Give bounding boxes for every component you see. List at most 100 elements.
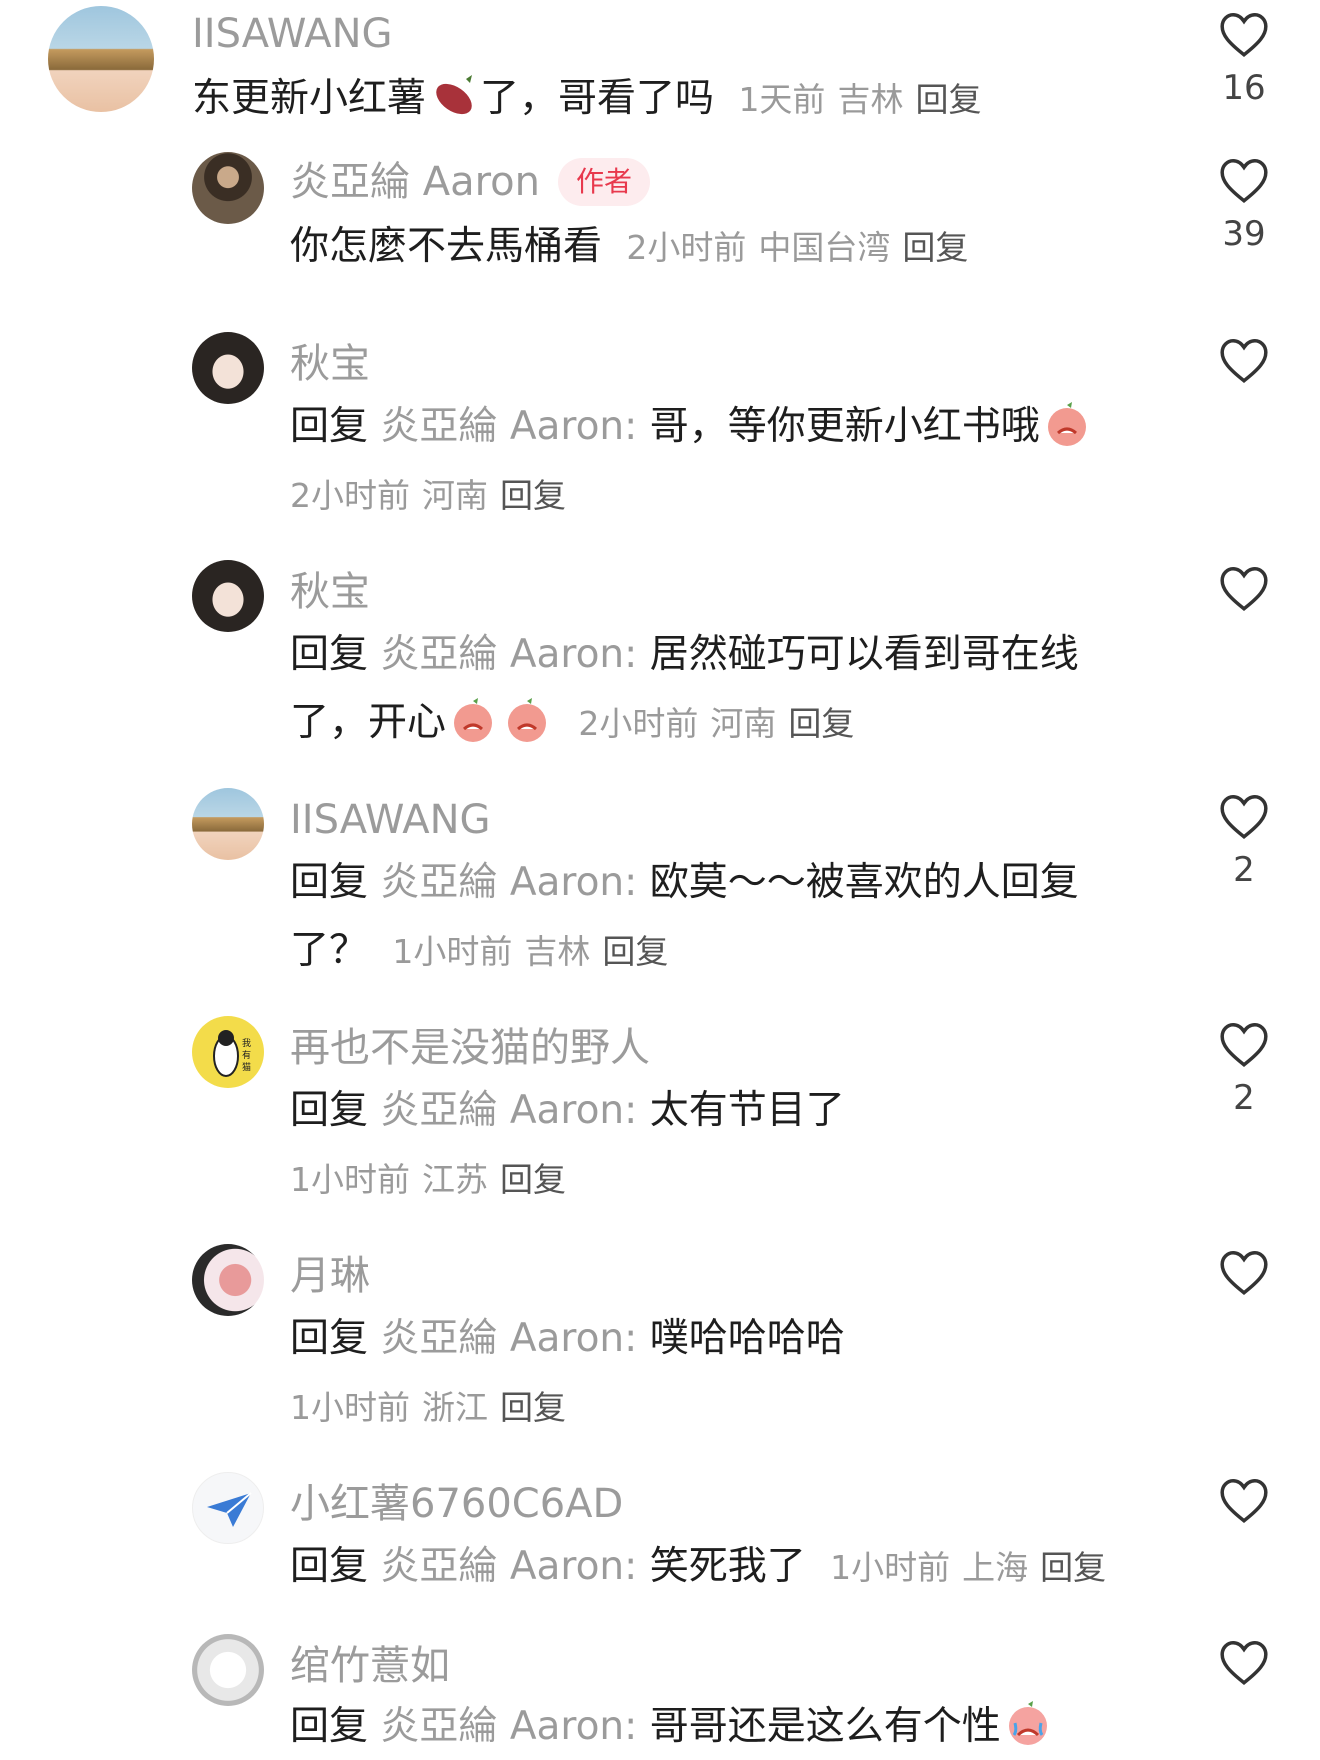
reply-target[interactable]: 炎亞綸 Aaron:: [380, 1704, 637, 1749]
comment-username[interactable]: 秋宝: [290, 340, 370, 388]
comment-username[interactable]: 秋宝: [290, 568, 370, 616]
comment-username[interactable]: 炎亞綸 Aaron 作者: [290, 158, 650, 206]
comment-item: 秋宝 回复 炎亞綸 Aaron: 居然碰巧可以看到哥在线 了，开心 2小时前 河南…: [0, 558, 1320, 758]
comment-time: 2小时前: [626, 228, 747, 267]
avatar[interactable]: [48, 6, 154, 112]
comment-meta: 1小时前 上海 回复: [830, 1548, 1118, 1587]
reply-button[interactable]: 回复: [915, 80, 981, 119]
reply-prefix: 回复: [290, 404, 369, 449]
comment-text: 回复 炎亞綸 Aaron: 笑死我了 1小时前 上海 回复: [290, 1534, 1118, 1601]
comment-item: 我有猫 再也不是没猫的野人 回复 炎亞綸 Aaron: 太有节目了 1小时前 江苏…: [0, 1014, 1320, 1214]
comment-time: 2小时前: [290, 476, 410, 515]
comment-item: IISAWANG 回复 炎亞綸 Aaron: 欧莫～～被喜欢的人回复 了？ 1小…: [0, 786, 1320, 986]
heart-icon: [1220, 159, 1268, 203]
heart-icon: [1220, 795, 1268, 839]
reply-prefix: 回复: [290, 1088, 369, 1133]
reply-prefix: 回复: [290, 1704, 369, 1749]
sweet-potato-icon: [428, 71, 478, 121]
username-text: 炎亞綸 Aaron: [290, 159, 540, 205]
reply-button[interactable]: 回复: [500, 476, 566, 515]
avatar[interactable]: [192, 1634, 264, 1706]
reply-target[interactable]: 炎亞綸 Aaron:: [380, 860, 637, 905]
comment-text-part: 太有节目了: [649, 1088, 845, 1133]
comment-text-part: 笑死我了: [649, 1544, 806, 1589]
svg-text:我: 我: [242, 1038, 251, 1049]
heart-icon: [1220, 1479, 1268, 1523]
like-button[interactable]: 39: [1214, 156, 1274, 254]
peach-emoji-icon: [502, 695, 552, 745]
comment-text-part: 哥，等你更新小红书哦: [649, 404, 1040, 449]
comment-time: 2小时前: [578, 704, 699, 743]
comment-meta: 2小时前 河南 回复: [578, 704, 866, 743]
comment-text-part: 居然碰巧可以看到哥在线: [649, 632, 1079, 677]
avatar[interactable]: [192, 788, 264, 860]
comment-username[interactable]: 月琳: [290, 1252, 370, 1300]
avatar[interactable]: [192, 332, 264, 404]
comment-text: 你怎麼不去馬桶看 2小时前 中国台湾 回复: [290, 214, 980, 281]
comment-location: 河南: [710, 704, 777, 743]
comment-username[interactable]: 绾竹薏如: [290, 1642, 450, 1690]
comment-location: 吉林: [837, 80, 904, 119]
avatar[interactable]: [192, 152, 264, 224]
comment-item: 月琳 回复 炎亞綸 Aaron: 噗哈哈哈哈 1小时前 浙江 回复: [0, 1242, 1320, 1442]
reply-button[interactable]: 回复: [1040, 1548, 1106, 1587]
comment-text-line2: 了，开心 2小时前 河南 回复: [290, 690, 866, 757]
comment-location: 中国台湾: [758, 228, 891, 267]
avatar[interactable]: [192, 1472, 264, 1544]
comment-text-part: 了？: [290, 928, 369, 973]
comment-meta: 2小时前 河南 回复: [290, 476, 578, 515]
comment-text-part: 东更新小红薯: [192, 76, 427, 121]
comment-text: 回复 炎亞綸 Aaron: 哥哥还是这么有个性: [290, 1694, 1055, 1760]
comment-text-part: 噗哈哈哈哈: [649, 1316, 845, 1361]
like-count: 39: [1222, 214, 1266, 254]
like-count: 16: [1222, 68, 1266, 108]
avatar[interactable]: 我有猫: [192, 1016, 264, 1088]
reply-target[interactable]: 炎亞綸 Aaron:: [380, 632, 637, 677]
heart-icon: [1220, 1641, 1268, 1685]
reply-target[interactable]: 炎亞綸 Aaron:: [380, 1544, 637, 1589]
comment-text-part: 你怎麼不去馬桶看: [290, 224, 603, 269]
comment-meta: 1小时前 吉林 回复: [392, 932, 680, 971]
comment-username[interactable]: IISAWANG: [290, 796, 491, 844]
comment-text-part: 了，哥看了吗: [480, 76, 715, 121]
like-button[interactable]: [1214, 336, 1274, 384]
comment-meta: 1小时前 浙江 回复: [290, 1388, 578, 1427]
comment-text: 回复 炎亞綸 Aaron: 哥，等你更新小红书哦: [290, 394, 1094, 460]
like-button[interactable]: [1214, 564, 1274, 612]
comment-meta: 1天前 吉林 回复: [738, 80, 993, 119]
like-button[interactable]: 16: [1214, 10, 1274, 108]
comment-text: 东更新小红薯 了，哥看了吗 1天前 吉林 回复: [192, 66, 993, 133]
comment-username[interactable]: 再也不是没猫的野人: [290, 1024, 650, 1072]
comment-username[interactable]: 小红薯6760C6AD: [290, 1480, 623, 1528]
like-button[interactable]: 2: [1214, 792, 1274, 890]
reply-prefix: 回复: [290, 632, 369, 677]
crying-face-icon: [1003, 1699, 1053, 1749]
comment-time: 1小时前: [830, 1548, 951, 1587]
reply-target[interactable]: 炎亞綸 Aaron:: [380, 404, 637, 449]
peach-emoji-icon: [448, 695, 498, 745]
like-button[interactable]: [1214, 1638, 1274, 1686]
comment-username[interactable]: IISAWANG: [192, 10, 393, 58]
comment-text: 回复 炎亞綸 Aaron: 噗哈哈哈哈: [290, 1306, 845, 1372]
comment-time: 1天前: [738, 80, 826, 119]
comment-item: 秋宝 回复 炎亞綸 Aaron: 哥，等你更新小红书哦 2小时前 河南 回复: [0, 330, 1320, 530]
avatar[interactable]: [192, 1244, 264, 1316]
comment-time: 1小时前: [290, 1388, 410, 1427]
reply-button[interactable]: 回复: [602, 932, 668, 971]
comment-item: IISAWANG 东更新小红薯 了，哥看了吗 1天前 吉林 回复 16: [0, 0, 1320, 130]
comment-time: 1小时前: [290, 1160, 410, 1199]
like-button[interactable]: 2: [1214, 1020, 1274, 1118]
reply-target[interactable]: 炎亞綸 Aaron:: [380, 1316, 637, 1361]
peach-emoji-icon: [1042, 399, 1092, 449]
avatar[interactable]: [192, 560, 264, 632]
reply-target[interactable]: 炎亞綸 Aaron:: [380, 1088, 637, 1133]
reply-button[interactable]: 回复: [788, 704, 854, 743]
comment-location: 上海: [962, 1548, 1029, 1587]
reply-button[interactable]: 回复: [500, 1160, 566, 1199]
reply-button[interactable]: 回复: [500, 1388, 566, 1427]
like-button[interactable]: [1214, 1248, 1274, 1296]
svg-text:猫: 猫: [242, 1061, 251, 1073]
reply-button[interactable]: 回复: [902, 228, 968, 267]
heart-icon: [1220, 1023, 1268, 1067]
like-button[interactable]: [1214, 1476, 1274, 1524]
